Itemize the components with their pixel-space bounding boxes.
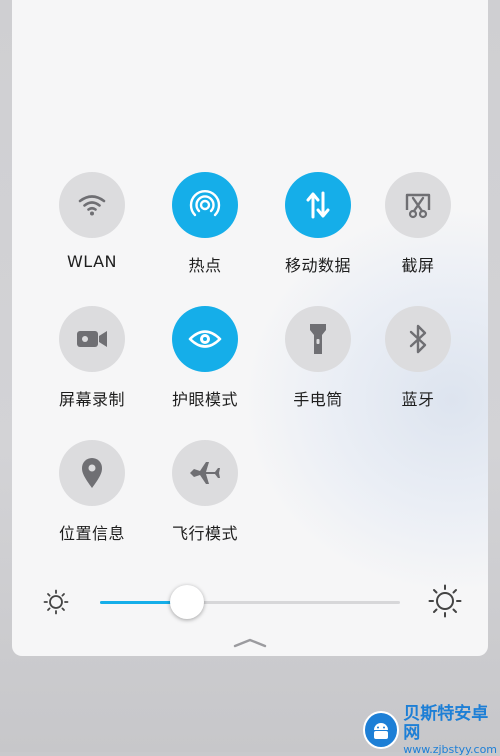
tile-location[interactable]: 位置信息	[37, 440, 147, 550]
brightness-slider[interactable]	[12, 575, 488, 635]
eye-icon	[188, 330, 222, 348]
tile-bluetooth[interactable]: 蓝牙	[363, 306, 473, 416]
tile-label: 位置信息	[58, 524, 125, 543]
tile-label: 热点	[188, 256, 222, 275]
wifi-icon	[78, 195, 106, 216]
screen-record-icon	[77, 331, 107, 347]
tile-hotspot-button[interactable]	[172, 172, 238, 238]
android-robot-icon	[374, 723, 389, 739]
tile-screen-record[interactable]: 屏幕录制	[37, 306, 147, 416]
watermark-logo	[365, 713, 398, 747]
mobile-data-icon	[306, 191, 330, 219]
tile-airplane[interactable]: 飞行模式	[150, 440, 260, 550]
bluetooth-icon	[409, 324, 427, 354]
tile-label: 护眼模式	[171, 390, 238, 409]
airplane-icon	[190, 462, 220, 484]
tile-label: 屏幕录制	[58, 390, 125, 409]
tile-wlan[interactable]: WLAN	[37, 172, 147, 282]
screenshot-icon	[405, 193, 431, 219]
tile-label: WLAN	[66, 252, 117, 271]
brightness-thumb[interactable]	[170, 585, 204, 619]
tile-flashlight[interactable]: 手电筒	[263, 306, 373, 416]
tile-mobile-data-button[interactable]	[285, 172, 351, 238]
sun-bright-icon	[428, 584, 462, 618]
tile-location-button[interactable]	[59, 440, 125, 506]
tile-screenshot[interactable]: 截屏	[363, 172, 473, 282]
chevron-up-icon[interactable]	[232, 636, 268, 648]
tile-wlan-button[interactable]	[59, 172, 125, 238]
location-icon	[82, 458, 102, 488]
tile-bluetooth-button[interactable]	[385, 306, 451, 372]
tile-flashlight-button[interactable]	[285, 306, 351, 372]
tile-hotspot[interactable]: 热点	[150, 172, 260, 282]
tile-label: 手电筒	[293, 390, 343, 409]
tile-label: 截屏	[401, 256, 435, 275]
sun-dim-icon	[43, 589, 69, 615]
hotspot-icon	[189, 190, 221, 217]
watermark-name: 贝斯特安卓网	[403, 703, 489, 743]
tile-eye-comfort-button[interactable]	[172, 306, 238, 372]
watermark: 贝斯特安卓网 www.zjbstyy.com	[365, 703, 500, 756]
quick-settings-panel: WLAN 热点 移动数据 截屏 屏幕录制 护眼模式 手电筒 蓝牙 位置信息 飞行…	[12, 0, 488, 656]
tile-airplane-button[interactable]	[172, 440, 238, 506]
tile-label: 蓝牙	[401, 390, 435, 409]
watermark-url: www.zjbstyy.com	[403, 742, 498, 756]
tile-screenshot-button[interactable]	[385, 172, 451, 238]
tile-mobile-data[interactable]: 移动数据	[263, 172, 373, 282]
tile-screen-record-button[interactable]	[59, 306, 125, 372]
flashlight-icon	[310, 324, 326, 354]
tile-label: 移动数据	[284, 256, 351, 275]
tile-eye-comfort[interactable]: 护眼模式	[150, 306, 260, 416]
tile-label: 飞行模式	[171, 524, 238, 543]
